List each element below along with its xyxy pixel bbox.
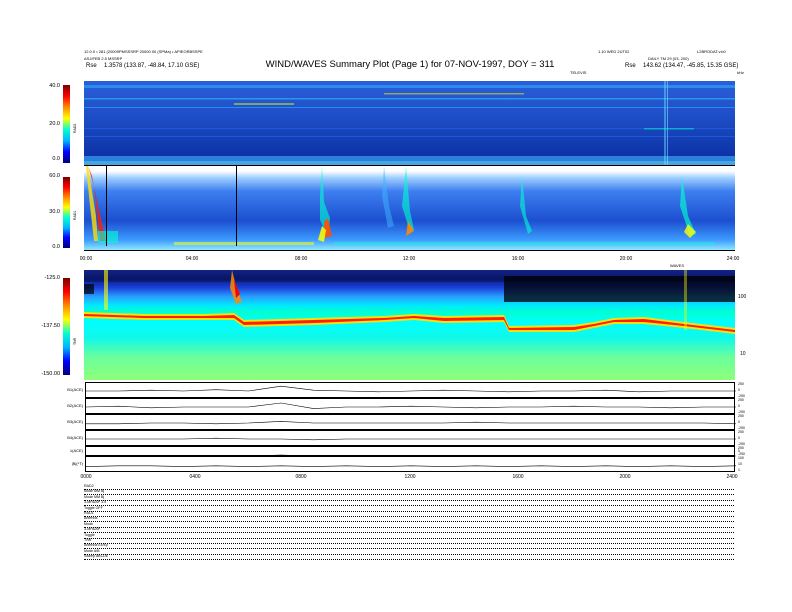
settings-row-label: Mode MM Bj: [84, 489, 105, 494]
strip-label: B2(ACE): [67, 403, 83, 408]
rad1-tick-mid: 30.0: [49, 209, 60, 215]
time-label-upper: 08:00: [294, 256, 308, 262]
tnr-tick-mid: -137.50: [41, 323, 60, 329]
rad1-colorbar: [63, 177, 70, 248]
strip-tick: 250: [738, 398, 744, 402]
header-right-line1: 1.10 WED 2UT02: [598, 49, 630, 54]
mag-strip: [85, 456, 737, 472]
settings-row-label: RAD1: [84, 511, 94, 515]
strip-tick: 0: [738, 404, 740, 408]
rad2-tick-bottom: 0.0: [52, 156, 60, 162]
rad2-tick-mid: 20.0: [49, 121, 60, 127]
time-label-upper: 24:00: [726, 256, 740, 262]
rad2-top-label: TELEVIS: [570, 70, 587, 75]
time-label-upper: 12:00: [402, 256, 416, 262]
strip-label: B1(ACE): [67, 387, 83, 392]
mag-trace-line: [85, 402, 736, 409]
mag-strip-trace: [86, 385, 736, 393]
header-right-line3: DAILY TM 29 (03, 200): [648, 56, 689, 61]
time-label-upper: 00:00: [79, 256, 93, 262]
tnr-tick-top: -125.0: [44, 275, 60, 281]
rad2-colorbar: [63, 85, 70, 163]
rad2-tick-top: 40.0: [49, 83, 60, 89]
rad1-overlay: [86, 166, 714, 246]
mag-trace-line: [86, 437, 736, 441]
tnr-right-tick-top: 100: [738, 294, 747, 300]
mag-trace-line: [86, 421, 737, 425]
header-left-rse-label: Rse: [86, 63, 97, 69]
mag-trace-line: [85, 465, 737, 467]
strip-tick: 100: [738, 456, 744, 460]
strip-tick: 250: [738, 382, 744, 386]
strip-tick: 0: [738, 436, 740, 440]
strip-tick: 250: [738, 414, 744, 418]
tnr-overlay: [84, 270, 735, 380]
strip-label: |B|(ⁿT): [71, 461, 83, 466]
strip-label: B4(ACE): [67, 435, 83, 440]
time-label-lower: 1600: [512, 474, 524, 480]
time-label-lower: 0400: [189, 474, 201, 480]
mag-strip: [85, 382, 736, 398]
mag-strip: [85, 430, 736, 446]
rad1-spectrogram[interactable]: [84, 166, 735, 250]
strip-tick: 0: [738, 420, 740, 424]
rad2-spectrogram[interactable]: [84, 81, 735, 165]
settings-row: [84, 554, 734, 561]
mag-strip-trace: [86, 437, 736, 441]
header-left-line1: 12.0.0 • 281 (20009PMSSSRP 20000 00 (SPM…: [84, 49, 203, 54]
settings-row-label: Mode: [84, 521, 93, 526]
page-title: WIND/WAVES Summary Plot (Page 1) for 07-…: [265, 59, 555, 70]
mag-strip: [85, 414, 737, 430]
header-left-rse-value: 1.3578 (133.87, -48.84, 17.10 GSE): [104, 63, 200, 69]
settings-row-label: Toggle: [84, 532, 95, 537]
time-label-lower: 2400: [726, 474, 738, 480]
strip-tick: 250: [738, 430, 744, 434]
tnr-right-tick-bottom: 10: [740, 351, 746, 357]
strip-tick: 0: [738, 388, 740, 392]
time-label-lower: 1200: [404, 474, 416, 480]
time-label-lower: 0000: [80, 474, 92, 480]
mag-strip-trace: [85, 465, 737, 467]
strip-tick: 1: [738, 468, 740, 472]
strip-label: λ(ACE): [70, 448, 83, 453]
settings-row-label: Sweep ABCDE: [84, 554, 109, 559]
time-label-upper: 16:00: [511, 256, 525, 262]
rad2-panel-label: RAD2: [73, 123, 77, 133]
settings-row-label: TNR: [84, 538, 92, 542]
time-label-upper: 04:00: [185, 256, 199, 262]
settings-row-label: RAD2: [84, 484, 94, 488]
rad1-panel-label: RAD1: [73, 210, 77, 220]
mag-strip-trace: [86, 421, 737, 425]
tnr-colorbar: [63, 278, 70, 375]
rad1-tick-bottom: 0.0: [52, 244, 60, 250]
header-right-rse-value: 143.62 (134.47, -45.85, 15.35 GSE): [643, 63, 739, 69]
mag-strip: [85, 446, 736, 457]
time-label-lower: 0800: [295, 474, 307, 480]
settings-row-label: Antenna Ex/Ey: [84, 543, 108, 548]
header-right-rse-label: Rse: [625, 63, 636, 69]
rad2-overlay: [84, 81, 735, 165]
header-right-line2: L2BRODAT.v.b0: [697, 49, 726, 54]
header-units: kHz: [737, 70, 744, 75]
time-label-upper: 20:00: [619, 256, 633, 262]
time-label-lower: 2000: [619, 474, 631, 480]
settings-row-label: Mode MM Bj: [84, 494, 105, 499]
settings-row-label: Toggle OFF: [84, 505, 103, 510]
mag-trace-line: [86, 385, 736, 393]
tnr-top-label: WAVES: [670, 263, 685, 268]
tnr-panel-label: TNR: [73, 337, 77, 345]
settings-row-label: 3-MHDAP: [84, 527, 101, 532]
rad1-tick-top: 60.0: [49, 173, 60, 179]
strip-label: B3(ACE): [67, 419, 83, 424]
strip-tick: 10: [738, 462, 742, 466]
tnr-spectrogram[interactable]: [84, 270, 735, 380]
time-axis-upper: [84, 250, 735, 251]
settings-row-label: Antenna: [84, 516, 98, 521]
header-left-line2: ASJ/FEB 2.5 MSSRP: [84, 56, 123, 61]
settings-row-label: Mode A/B: [84, 548, 100, 553]
settings-row-label: 3-MHDAP 3.5: [84, 500, 107, 505]
mag-strip-trace: [85, 402, 736, 409]
mag-strip: [85, 398, 736, 414]
tnr-tick-bottom: -150.00: [41, 371, 60, 377]
